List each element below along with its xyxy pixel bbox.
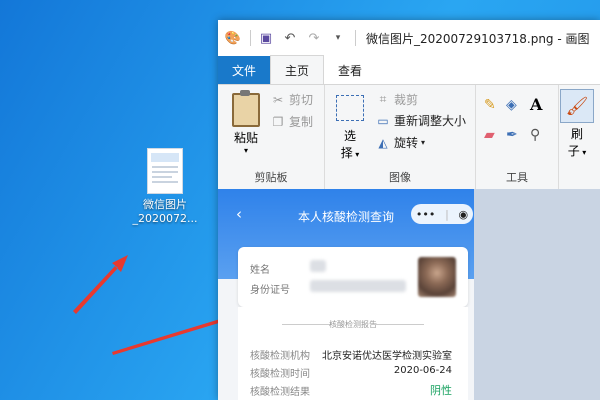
window-title: 微信图片_20200729103718.png - 画图: [366, 31, 590, 46]
selection-icon: [336, 95, 364, 121]
more-icon: •••: [415, 207, 436, 221]
name-redacted: [310, 260, 326, 272]
select-button[interactable]: 选 择 ▾: [335, 95, 365, 161]
clipboard-group: 粘贴 ▾ ✂ 剪切 ❐ 复制 剪贴板: [218, 85, 325, 189]
tab-view[interactable]: 查看: [324, 56, 376, 84]
ribbon-tabs: 文件 主页 查看: [218, 55, 600, 84]
identity-card: 姓名 身份证号: [238, 247, 468, 307]
row-value-time: 2020-06-24: [393, 365, 452, 376]
image-group-label: 图像: [389, 171, 411, 184]
arrow-to-file-icon: [73, 255, 128, 314]
ribbon: 粘贴 ▾ ✂ 剪切 ❐ 复制 剪贴板 选 择 ▾ ⌗ 裁剪 ▭ 重新调整大小 ◭…: [218, 84, 600, 190]
copy-icon: ❐: [272, 114, 284, 129]
paint-window: 🎨 ▣ ↶ ↷ ▾ 微信图片_20200729103718.png - 画图 文…: [218, 20, 600, 400]
avatar: [418, 257, 456, 297]
brush-icon: 🖌: [560, 89, 594, 123]
tab-file[interactable]: 文件: [218, 56, 271, 84]
mini-program-capsule: ••• | ◉: [411, 204, 473, 224]
clipboard-icon: [232, 90, 260, 127]
id-redacted: [310, 280, 406, 292]
paint-app-icon: 🎨: [224, 30, 242, 46]
row-label-lab: 核酸检测机构: [250, 351, 310, 362]
row-label-result: 核酸检测结果: [250, 387, 310, 398]
resize-button[interactable]: ▭ 重新调整大小: [375, 112, 466, 129]
image-group: 选 择 ▾ ⌗ 裁剪 ▭ 重新调整大小 ◭ 旋转 ▾ 图像: [325, 85, 476, 189]
crop-button[interactable]: ⌗ 裁剪: [375, 91, 418, 108]
rotate-button[interactable]: ◭ 旋转 ▾: [375, 134, 425, 151]
undo-icon[interactable]: ↶: [281, 29, 299, 47]
report-section: 核酸检测报告 核酸检测机构 北京安诺优达医学检测实验室 核酸检测时间 2020-…: [238, 307, 468, 400]
title-bar: 🎨 ▣ ↶ ↷ ▾ 微信图片_20200729103718.png - 画图: [218, 20, 600, 56]
close-circle-icon: ◉: [458, 207, 469, 221]
redo-icon[interactable]: ↷: [305, 29, 323, 47]
id-label: 身份证号: [250, 285, 290, 296]
save-icon[interactable]: ▣: [257, 29, 275, 47]
paste-button[interactable]: 粘贴 ▾: [226, 90, 266, 155]
resize-icon: ▭: [377, 113, 389, 128]
tab-home[interactable]: 主页: [270, 55, 325, 84]
clipboard-group-label: 剪贴板: [254, 171, 288, 184]
text-tool-icon[interactable]: A: [530, 95, 542, 114]
tools-group: ✎ ◈ A ▰ ✒ ⚲ 工具: [476, 85, 559, 189]
rotate-icon: ◭: [378, 135, 388, 150]
row-label-time: 核酸检测时间: [250, 369, 310, 380]
brushes-button[interactable]: 🖌 刷 子 ▾: [558, 89, 596, 159]
tools-group-label: 工具: [506, 171, 528, 184]
row-value-lab: 北京安诺优达医学检测实验室: [322, 351, 452, 362]
customize-toolbar-icon[interactable]: ▾: [329, 29, 347, 47]
report-header: 核酸检测报告: [329, 320, 377, 329]
chevron-down-icon: ▾: [243, 146, 248, 155]
copy-button[interactable]: ❐ 复制: [270, 113, 313, 130]
scissors-icon: ✂: [272, 92, 284, 107]
crop-icon: ⌗: [379, 92, 387, 106]
pencil-icon[interactable]: ✎: [484, 97, 496, 113]
name-label: 姓名: [250, 265, 270, 276]
fill-bucket-icon[interactable]: ◈: [506, 97, 517, 113]
canvas-area[interactable]: ‹ 本人核酸检测查询 ••• | ◉ 姓名 身份证号 核酸检测报告 核酸检测机构…: [218, 189, 600, 400]
eraser-icon[interactable]: ▰: [484, 127, 495, 143]
row-value-result: 阴性: [430, 384, 452, 397]
magnifier-icon[interactable]: ⚲: [530, 127, 540, 143]
cut-button[interactable]: ✂ 剪切: [270, 91, 313, 108]
image-content: ‹ 本人核酸检测查询 ••• | ◉ 姓名 身份证号 核酸检测报告 核酸检测机构…: [218, 189, 474, 400]
color-picker-icon[interactable]: ✒: [506, 127, 518, 143]
